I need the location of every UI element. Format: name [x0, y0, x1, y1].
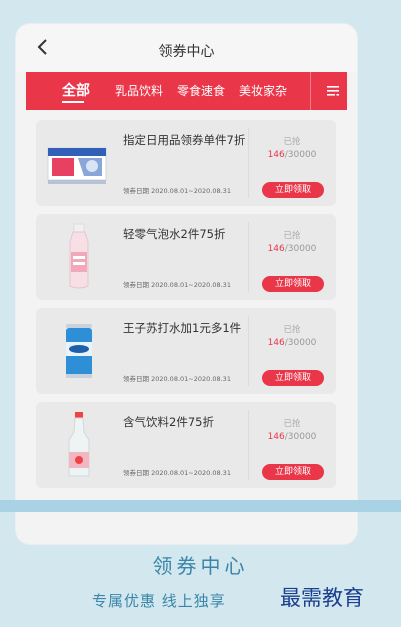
category-tabs: 全部 乳品饮料 零食速食 美妆家杂: [26, 72, 347, 110]
phone-screen: 领券中心 全部 乳品饮料 零食速食 美妆家杂 指定日用品领券单件7折 领券日期 …: [16, 24, 357, 544]
claim-button[interactable]: 立即领取: [262, 370, 324, 386]
grabbed-label: 已抢: [283, 231, 301, 241]
top-bar: 领券中心: [16, 24, 357, 72]
coupon-card: 含气饮料2件75折 领券日期 2020.08.01~2020.08.31 已抢 …: [36, 402, 336, 488]
stage: 领券中心 全部 乳品饮料 零食速食 美妆家杂 指定日用品领券单件7折 领券日期 …: [0, 0, 401, 627]
claim-button[interactable]: 立即领取: [262, 276, 324, 292]
coupon-name: 指定日用品领券单件7折: [123, 133, 246, 147]
grabbed-number: 146: [267, 150, 285, 160]
grabbed-number: 146: [267, 338, 285, 348]
tab-divider: [310, 72, 311, 110]
grabbed-count: 146/30000: [248, 338, 336, 348]
grabbed-total: /30000: [284, 150, 317, 160]
coupon-card: 指定日用品领券单件7折 领券日期 2020.08.01~2020.08.31 已…: [36, 120, 336, 206]
coupon-dates: 领券日期 2020.08.01~2020.08.31: [123, 279, 231, 289]
date-range: 2020.08.01~2020.08.31: [151, 469, 231, 477]
grabbed-count: 146/30000: [248, 150, 336, 160]
coupon-dates: 领券日期 2020.08.01~2020.08.31: [123, 373, 231, 383]
date-range: 2020.08.01~2020.08.31: [151, 281, 231, 289]
grabbed-count: 146/30000: [248, 244, 336, 254]
date-range: 2020.08.01~2020.08.31: [151, 187, 231, 195]
coupon-name: 王子苏打水加1元多1件: [123, 321, 242, 335]
product-image-soda-can: [66, 324, 92, 378]
promo-subtitle: 专属优惠 线上独享: [92, 592, 226, 610]
tab-all[interactable]: 全部: [62, 80, 90, 100]
active-tab-indicator: [62, 101, 84, 103]
watermark-text: 最需教育: [280, 586, 364, 610]
tab-beauty-home[interactable]: 美妆家杂: [239, 82, 287, 99]
grabbed-total: /30000: [284, 338, 317, 348]
product-image-glass-bottle: [68, 412, 90, 477]
date-label: 领券日期: [123, 187, 149, 195]
date-label: 领券日期: [123, 469, 149, 477]
grabbed-total: /30000: [284, 432, 317, 442]
grabbed-label: 已抢: [283, 137, 301, 147]
grabbed-number: 146: [267, 432, 285, 442]
coupon-card: 王子苏打水加1元多1件 领券日期 2020.08.01~2020.08.31 已…: [36, 308, 336, 394]
list-menu-icon[interactable]: [326, 84, 340, 98]
coupon-name: 含气饮料2件75折: [123, 415, 214, 429]
grabbed-label: 已抢: [283, 325, 301, 335]
date-range: 2020.08.01~2020.08.31: [151, 375, 231, 383]
claim-button[interactable]: 立即领取: [262, 464, 324, 480]
tab-dairy-drinks[interactable]: 乳品饮料: [115, 82, 163, 99]
grabbed-count: 146/30000: [248, 432, 336, 442]
coupon-dates: 领券日期 2020.08.01~2020.08.31: [123, 467, 231, 477]
grabbed-number: 146: [267, 244, 285, 254]
page-title: 领券中心: [158, 44, 215, 60]
bottom-band: [0, 500, 401, 512]
date-label: 领券日期: [123, 375, 149, 383]
coupon-dates: 领券日期 2020.08.01~2020.08.31: [123, 185, 231, 195]
grabbed-label: 已抢: [283, 419, 301, 429]
grabbed-total: /30000: [284, 244, 317, 254]
tab-snacks[interactable]: 零食速食: [177, 82, 225, 99]
coupon-name: 轻零气泡水2件75折: [123, 227, 226, 241]
promo-title: 领券中心: [152, 554, 249, 578]
claim-button[interactable]: 立即领取: [262, 182, 324, 198]
coupon-card: 轻零气泡水2件75折 领券日期 2020.08.01~2020.08.31 已抢…: [36, 214, 336, 300]
product-image-daily-goods: [47, 147, 107, 184]
product-image-sparkling-water: [69, 223, 89, 289]
date-label: 领券日期: [123, 281, 149, 289]
